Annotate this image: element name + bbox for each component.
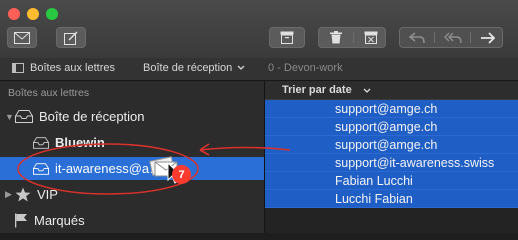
star-icon xyxy=(15,187,31,202)
minimize-window-button[interactable] xyxy=(27,8,39,20)
message-row[interactable]: support@amge.ch xyxy=(265,100,518,118)
junk-icon xyxy=(364,31,377,44)
flag-icon xyxy=(14,213,28,228)
message-row[interactable]: support@amge.ch xyxy=(265,118,518,136)
disclosure-triangle-icon[interactable]: ▼ xyxy=(5,112,15,122)
disclosure-triangle-icon[interactable]: ▶ xyxy=(5,189,15,200)
sidebar-item-label: it-awareness@a…h xyxy=(55,161,170,176)
message-sender: support@it-awareness.swiss xyxy=(335,156,495,170)
sidebar-icon xyxy=(12,63,24,73)
sidebar-item-label: VIP xyxy=(37,187,58,202)
sort-label: Trier par date xyxy=(282,84,352,96)
message-sender: support@amge.ch xyxy=(335,120,438,134)
sidebar-item-flagged[interactable]: Marqués xyxy=(0,209,264,232)
toolbar xyxy=(0,0,518,59)
archive-icon xyxy=(280,31,294,44)
message-sender: support@amge.ch xyxy=(335,138,438,152)
compose-button[interactable] xyxy=(56,27,86,48)
sidebar-item-inbox[interactable]: ▼ Boîte de réception xyxy=(0,105,264,128)
trash-icon xyxy=(330,31,342,44)
mailboxes-label: Boîtes aux lettres xyxy=(30,62,115,74)
archive-button[interactable] xyxy=(269,27,305,48)
delete-junk-group xyxy=(318,27,386,48)
close-window-button[interactable] xyxy=(8,8,20,20)
favorite-inbox[interactable]: Boîte de réception xyxy=(143,62,245,74)
reply-all-icon xyxy=(443,32,462,43)
message-sender: Fabian Lucchi xyxy=(335,174,413,188)
inbox-icon xyxy=(33,162,49,175)
message-sender: support@amge.ch xyxy=(335,102,438,116)
sidebar-item-vip[interactable]: ▶ VIP xyxy=(0,183,264,206)
reply-all-button[interactable] xyxy=(435,28,470,47)
sidebar-item-label: Bluewin xyxy=(55,135,105,150)
message-sender: Lucchi Fabian xyxy=(335,192,413,206)
message-row[interactable]: Fabian Lucchi xyxy=(265,172,518,190)
forward-button[interactable] xyxy=(471,28,504,47)
favorite-account-label: 0 - Devon-work xyxy=(268,62,343,74)
inbox-icon xyxy=(33,136,49,149)
message-row[interactable]: support@amge.ch xyxy=(265,136,518,154)
sidebar-item-label: Boîte de réception xyxy=(39,109,145,124)
junk-button[interactable] xyxy=(354,28,387,47)
zoom-window-button[interactable] xyxy=(46,8,58,20)
chevron-down-icon xyxy=(363,88,371,93)
chevron-down-icon xyxy=(237,65,245,70)
reply-forward-group xyxy=(399,27,503,48)
favorites-bar: Boîtes aux lettres Boîte de réception 0 … xyxy=(0,58,518,81)
reply-icon xyxy=(409,31,425,43)
sort-menu[interactable]: Trier par date xyxy=(265,81,518,100)
sidebar-item-it-awareness[interactable]: it-awareness@a…h xyxy=(0,157,264,180)
get-mail-button[interactable] xyxy=(7,27,37,48)
message-row[interactable]: Lucchi Fabian xyxy=(265,190,518,208)
sidebar-section-header: Boîtes aux lettres xyxy=(8,87,90,99)
envelope-icon xyxy=(14,31,30,44)
inbox-icon xyxy=(15,110,33,123)
compose-icon xyxy=(64,30,78,45)
sidebar-item-label: Marqués xyxy=(34,213,85,228)
forward-arrow-icon xyxy=(480,31,495,44)
drag-count-badge: 7 xyxy=(172,165,191,184)
favorite-inbox-label: Boîte de réception xyxy=(143,62,233,74)
mailboxes-toggle[interactable]: Boîtes aux lettres xyxy=(12,62,115,74)
reply-button[interactable] xyxy=(400,28,434,47)
message-list: Trier par date support@amge.ch support@a… xyxy=(265,81,518,233)
delete-button[interactable] xyxy=(319,28,353,47)
sidebar-item-bluewin[interactable]: Bluewin xyxy=(0,131,264,154)
mailbox-sidebar: Boîtes aux lettres ▼ Boîte de réception … xyxy=(0,81,265,233)
favorite-account[interactable]: 0 - Devon-work xyxy=(268,62,343,74)
message-row[interactable]: support@it-awareness.swiss xyxy=(265,154,518,172)
